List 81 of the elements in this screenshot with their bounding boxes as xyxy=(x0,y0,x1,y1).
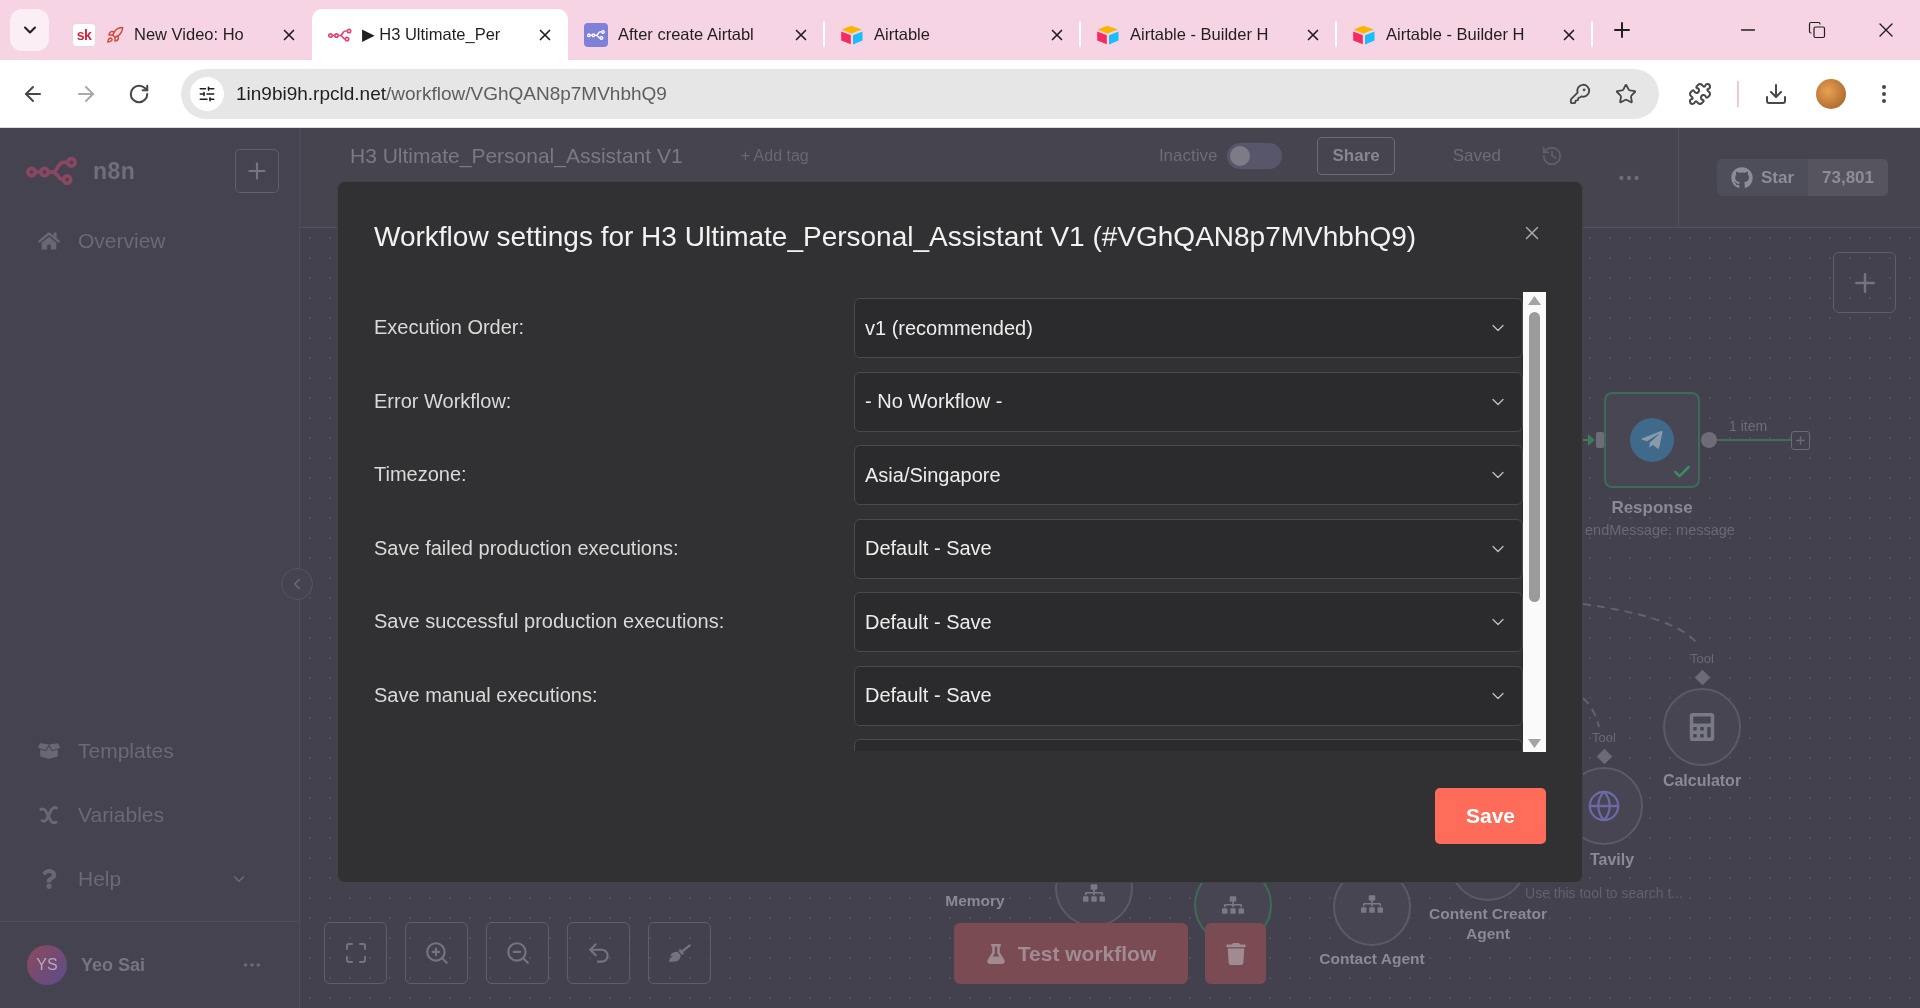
setting-label: Error Workflow: xyxy=(374,388,513,413)
select-field[interactable]: Asia/Singapore xyxy=(854,445,1523,505)
variable-icon xyxy=(37,804,60,826)
plus-square-icon[interactable] xyxy=(1791,431,1810,450)
globe-icon xyxy=(1587,789,1621,823)
trash-icon xyxy=(1224,942,1247,965)
reload-icon[interactable] xyxy=(128,82,150,105)
site-logo: sk xyxy=(72,22,96,47)
zoom-in-icon xyxy=(423,940,450,966)
sitemap-icon xyxy=(1222,894,1244,916)
select-field[interactable]: Default - Save xyxy=(854,665,1523,726)
tab-search-button[interactable] xyxy=(10,9,49,51)
zoom-in-button[interactable] xyxy=(405,922,468,984)
output-handle[interactable] xyxy=(1701,432,1717,448)
sitemap-icon xyxy=(1361,893,1383,915)
site-info-button[interactable] xyxy=(190,76,224,111)
reset-zoom-button[interactable] xyxy=(567,922,630,984)
connection-line xyxy=(1582,697,1600,728)
delete-button[interactable] xyxy=(1205,923,1266,984)
user-avatar: YS xyxy=(27,945,67,985)
sitemap-icon xyxy=(1083,882,1105,904)
rocket-icon xyxy=(106,25,124,44)
select-field[interactable]: Default - Save xyxy=(854,592,1523,652)
caret-up-icon[interactable] xyxy=(1528,296,1541,305)
node-graph-icon xyxy=(328,27,352,42)
broom-icon xyxy=(668,942,691,964)
extensions-icon[interactable] xyxy=(1688,81,1712,106)
sliders-icon xyxy=(198,84,216,103)
box-icon xyxy=(37,740,60,762)
select-field[interactable]: v1 (recommended) xyxy=(854,298,1523,358)
browser-tab[interactable]: After create Airtabl xyxy=(568,9,824,60)
browser-tab[interactable]: Airtable xyxy=(824,9,1080,60)
key-icon[interactable] xyxy=(1569,82,1591,105)
logo-icon xyxy=(840,24,864,45)
corners-icon xyxy=(343,941,368,965)
tidy-up-button[interactable] xyxy=(648,922,711,984)
fit-view-button[interactable] xyxy=(324,922,387,984)
setting-label: Execution Order: xyxy=(374,315,526,339)
logo-icon xyxy=(1352,24,1376,45)
url-text: 1in9bi9h.rpcld.net/workflow/VGhQAN8p7MVhbhQ9 xyxy=(236,82,668,105)
select-field[interactable]: Default - Save xyxy=(854,518,1523,579)
caret-down-icon[interactable] xyxy=(1528,739,1541,748)
profile-avatar[interactable] xyxy=(1816,78,1846,109)
zoom-out-icon xyxy=(504,940,531,966)
select-field[interactable] xyxy=(854,739,1523,751)
browser-tab[interactable]: ▶ H3 Ultimate_Per xyxy=(312,9,568,60)
input-handle[interactable] xyxy=(1596,432,1604,448)
scrollbar-thumb[interactable] xyxy=(1529,312,1540,602)
node-label: Calculator xyxy=(1662,771,1742,791)
paper-plane-icon xyxy=(1630,418,1674,462)
logo-icon xyxy=(1096,24,1120,45)
flask-icon xyxy=(985,943,1006,964)
setting-label: Save failed production executions: xyxy=(374,535,680,560)
address-bar[interactable]: 1in9bi9h.rpcld.net/workflow/VGhQAN8p7MVhbhQ9 xyxy=(181,68,1659,119)
node-graph-icon xyxy=(584,22,608,47)
bookmark-star-icon[interactable] xyxy=(1615,82,1637,105)
restore-icon[interactable] xyxy=(1807,21,1826,39)
node-label: Content Creator Agent xyxy=(1428,904,1548,944)
select-field[interactable]: - No Workflow - xyxy=(854,371,1523,432)
calculator-icon xyxy=(1688,713,1716,741)
home-icon xyxy=(37,230,60,252)
node-label: Contact Agent xyxy=(1319,949,1425,969)
setting-label: Save successful production executions: xyxy=(374,609,726,633)
setting-label: Save manual executions: xyxy=(374,682,599,707)
history-icon[interactable] xyxy=(1540,144,1563,167)
dialog-title: Workflow settings for H3 Ultimate_Personal_Assistant V1 (#VGhQAN8p7MVhbhQ9) xyxy=(374,220,1417,254)
browser-tab[interactable]: Airtable - Builder H xyxy=(1336,9,1592,60)
download-icon[interactable] xyxy=(1764,81,1788,106)
setting-label: Timezone: xyxy=(374,462,468,486)
add-node-button[interactable] xyxy=(1833,252,1896,313)
toggle-switch[interactable] xyxy=(1227,142,1283,169)
node-label: Response xyxy=(1611,498,1693,518)
node-label: Tavily xyxy=(1589,850,1635,870)
zoom-out-button[interactable] xyxy=(486,922,549,984)
node-label: Memory xyxy=(945,891,1005,911)
connection-arrow xyxy=(1582,434,1595,446)
browser-tab[interactable]: Airtable - Builder H xyxy=(1080,9,1336,60)
add-button[interactable] xyxy=(235,149,279,193)
workflow-node[interactable] xyxy=(1604,392,1700,488)
github-icon xyxy=(1730,166,1753,189)
browser-tab[interactable]: sk New Video: Ho xyxy=(56,9,312,60)
